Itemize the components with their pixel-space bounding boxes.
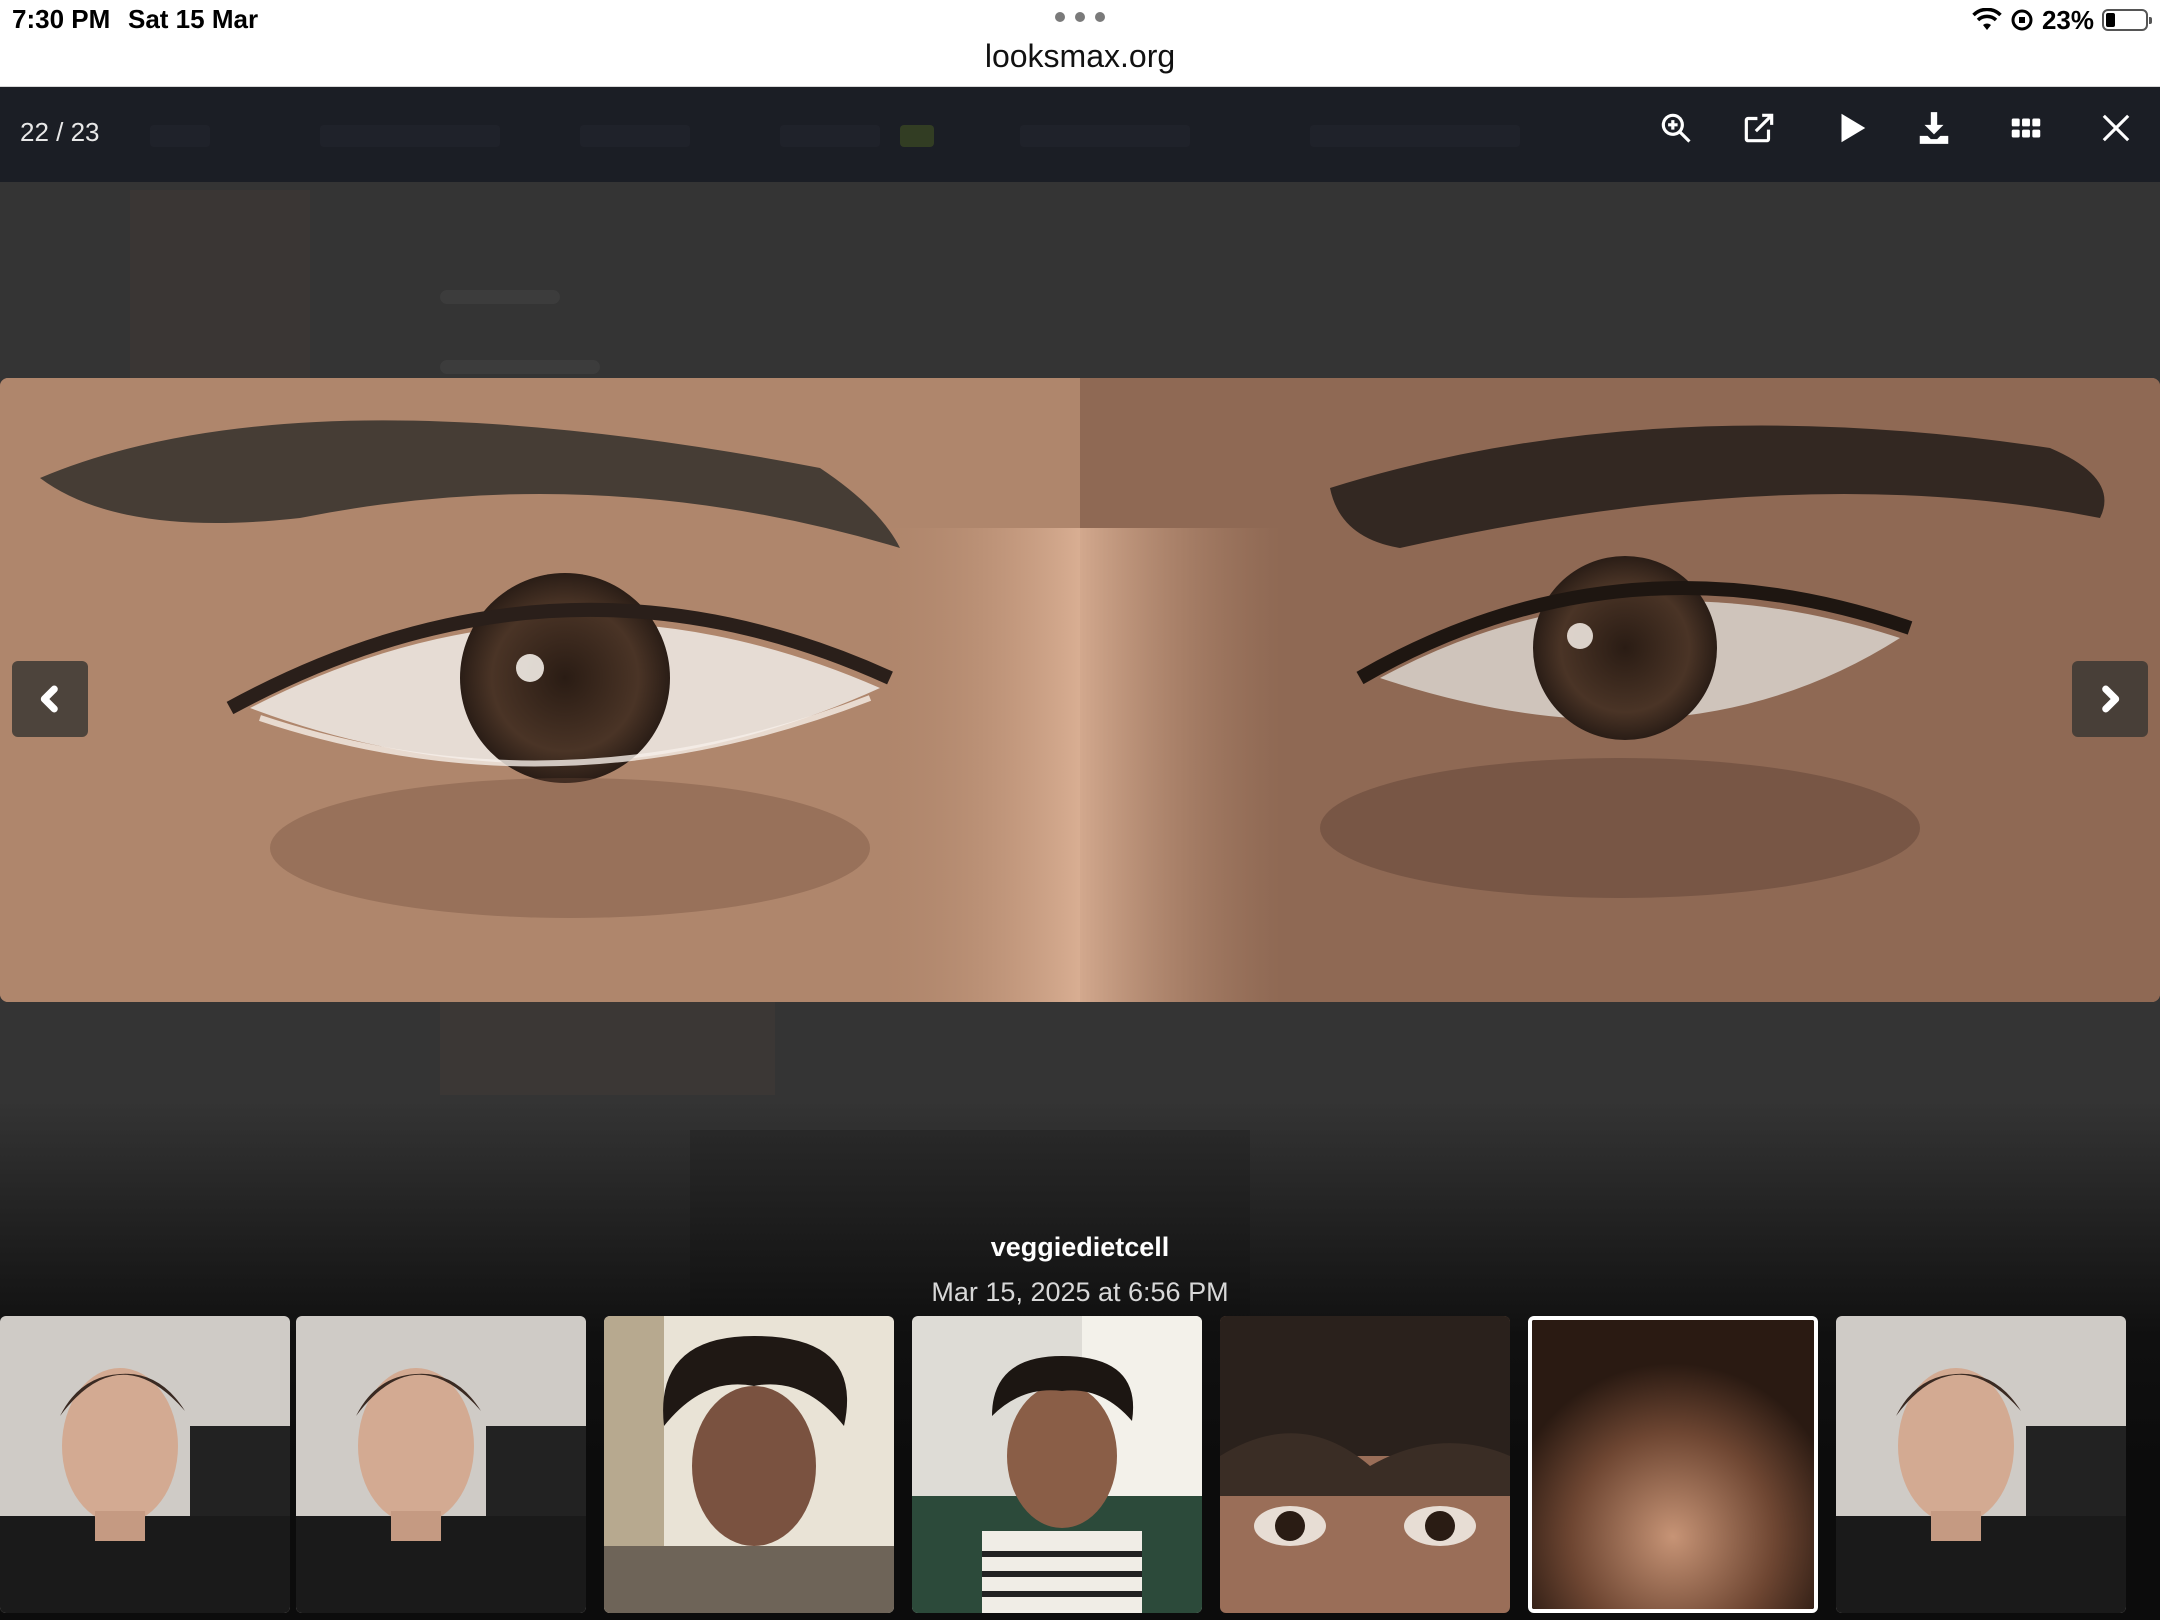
play-icon	[1841, 113, 1866, 143]
thumbnail-item[interactable]	[0, 1316, 290, 1613]
wifi-icon	[1972, 8, 2002, 30]
portrait-man-photo	[296, 1316, 586, 1613]
thumbnail-item[interactable]	[604, 1316, 894, 1613]
thumbnail-item[interactable]	[296, 1316, 586, 1613]
image-caption-title: veggiedietcell	[990, 1232, 1170, 1262]
portrait-man-photo	[0, 1316, 290, 1613]
multitasking-dots-icon[interactable]	[1055, 12, 1105, 24]
background-text-line	[440, 360, 600, 374]
chevron-right-icon	[2102, 685, 2120, 713]
lightbox-main-image[interactable]	[0, 378, 2160, 1002]
download-button[interactable]	[1908, 102, 1960, 154]
background-attachment	[440, 1000, 775, 1095]
close-icon	[2102, 114, 2130, 142]
orientation-lock-icon	[2011, 9, 2033, 31]
download-icon	[1919, 112, 1949, 144]
thumbnail-item[interactable]	[912, 1316, 1202, 1613]
open-new-window-button[interactable]	[1733, 102, 1785, 154]
portrait-striped-shirt-photo	[912, 1316, 1202, 1613]
lightbox-page: 7:30 PM Sat 15 Mar 23% looksmax.org 22 /…	[0, 0, 2160, 1620]
thumbnail-strip	[0, 1316, 2160, 1616]
status-time: 7:30 PM	[12, 4, 111, 34]
previous-image-button[interactable]	[12, 661, 88, 737]
zoom-in-icon	[1661, 113, 1691, 143]
chevron-left-icon	[40, 685, 58, 713]
image-counter: 22 / 23	[20, 117, 100, 147]
thumbnails-toggle-button[interactable]	[2000, 102, 2052, 154]
battery-icon	[2102, 9, 2152, 31]
next-image-button[interactable]	[2072, 661, 2148, 737]
open-external-icon	[1744, 113, 1774, 143]
status-date: Sat 15 Mar	[128, 4, 259, 34]
close-button[interactable]	[2090, 102, 2142, 154]
status-indicators: 23%	[1972, 4, 2152, 36]
eyes-closeup-photo	[0, 378, 2160, 1002]
thumbnail-item-active[interactable]	[1528, 1316, 1818, 1613]
image-caption-date: Mar 15, 2025 at 6:56 PM	[931, 1277, 1229, 1307]
slideshow-play-button[interactable]	[1825, 102, 1877, 154]
background-avatar	[130, 190, 310, 380]
browser-top-bar: 7:30 PM Sat 15 Mar 23% looksmax.org	[0, 0, 2160, 87]
portrait-curly-hair-photo	[604, 1316, 894, 1613]
grid-icon	[2011, 118, 2041, 138]
eyes-closeup-photo	[1220, 1316, 1510, 1613]
url-bar[interactable]: looksmax.org	[0, 38, 2160, 75]
background-text-line	[440, 290, 560, 304]
portrait-man-photo	[1836, 1316, 2126, 1613]
battery-percent: 23%	[2041, 4, 2094, 35]
thumbnail-item[interactable]	[1220, 1316, 1510, 1613]
nose-closeup-photo	[1532, 1320, 1814, 1609]
zoom-in-button[interactable]	[1650, 102, 1702, 154]
thumbnail-item[interactable]	[1836, 1316, 2126, 1613]
